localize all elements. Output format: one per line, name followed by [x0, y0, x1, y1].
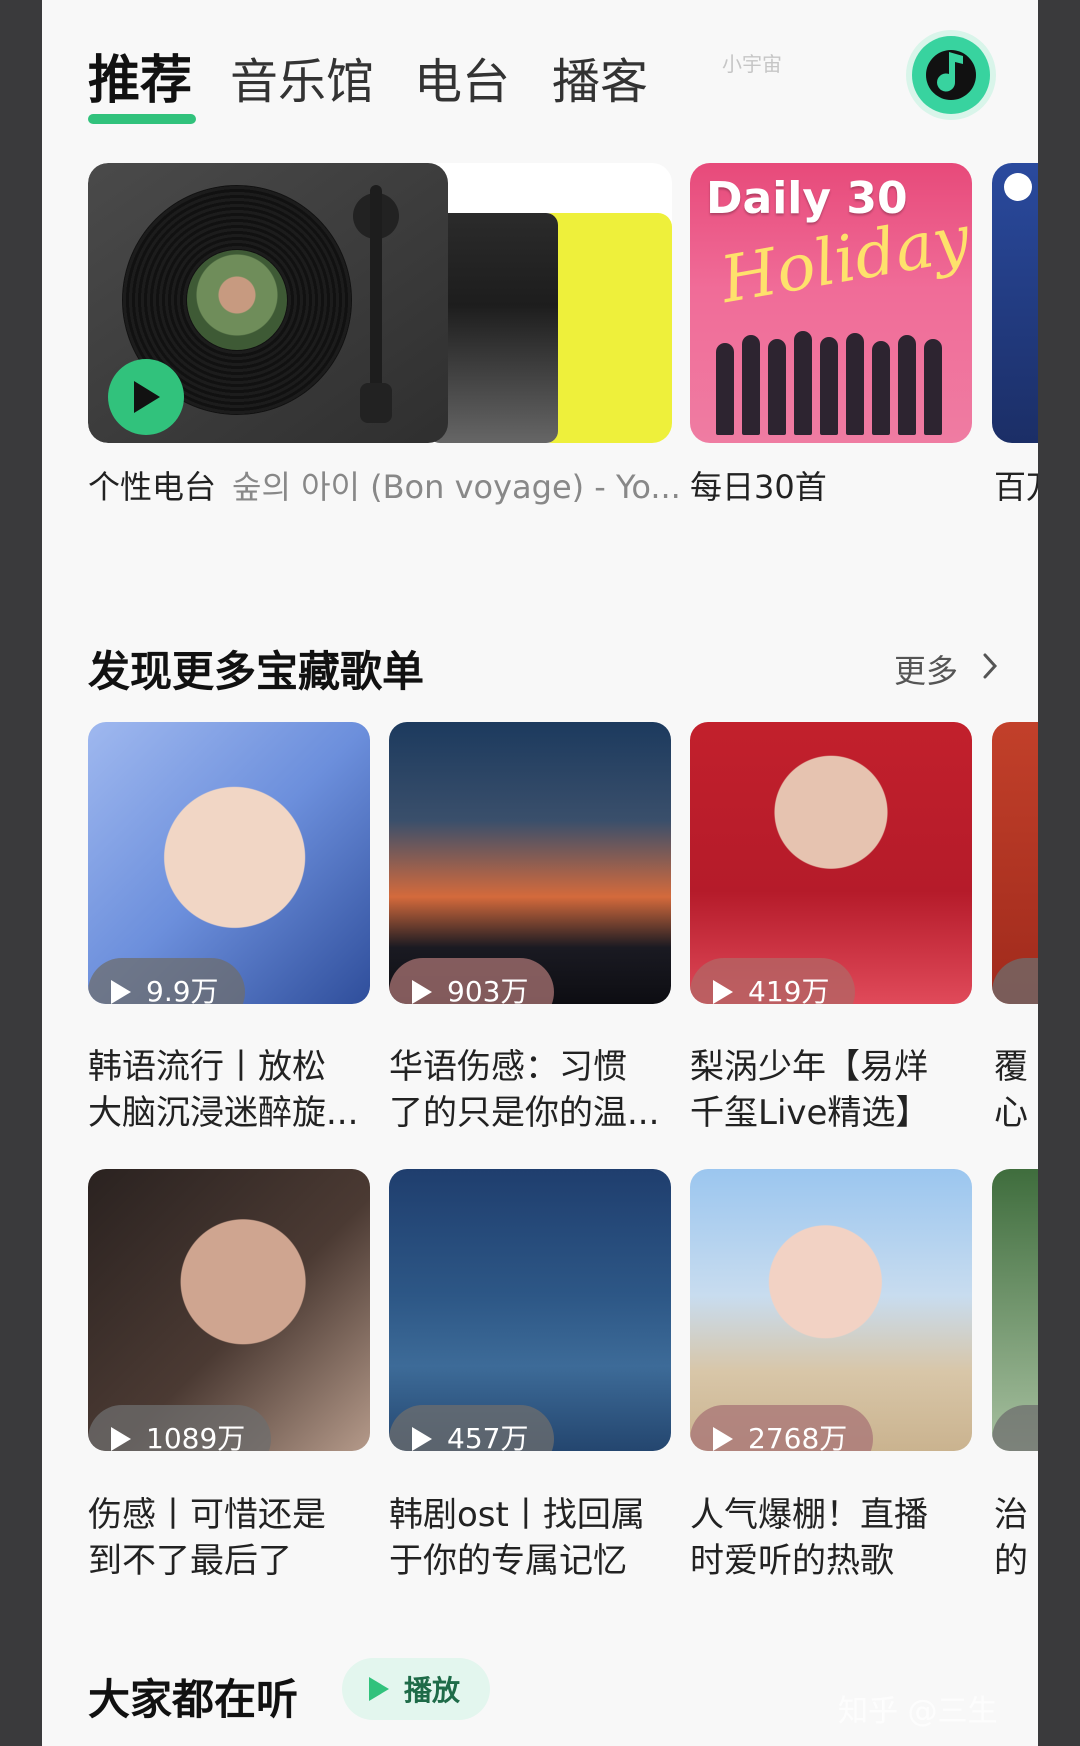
playlist-cover[interactable]: 903万	[389, 722, 671, 1004]
playlist-title[interactable]: 治的	[994, 1492, 1034, 1584]
playlist-cover[interactable]	[992, 722, 1038, 1004]
play-icon	[713, 1427, 733, 1451]
play-count-pill: 419万	[690, 958, 856, 1004]
radio-label: 个性电台	[88, 468, 217, 506]
playlist-title[interactable]: 梨涡少年【易烊 千玺Live精选】	[690, 1044, 980, 1136]
playlist-cover[interactable]: 2768万	[690, 1169, 972, 1451]
play-icon	[412, 1427, 432, 1451]
more-link[interactable]: 更多	[894, 646, 958, 692]
playlist-title[interactable]: 韩语流行丨放松 大脑沉浸迷醉旋...	[88, 1044, 378, 1136]
play-icon	[111, 980, 131, 1004]
daily-cover-title: Daily 30	[706, 173, 908, 224]
now-playing-text: 숲의 아이 (Bon voyage) - Yo...	[232, 468, 681, 506]
personal-radio-card[interactable]	[88, 163, 672, 443]
section-title: 大家都在听	[88, 1675, 299, 1724]
play-count-pill	[992, 1405, 1038, 1451]
play-count-pill	[992, 958, 1038, 1004]
album-cover	[538, 213, 672, 443]
peek-card[interactable]	[992, 163, 1038, 443]
cover-artwork	[708, 325, 954, 435]
play-all-button[interactable]: 播放	[342, 1658, 490, 1720]
daily-caption: 每日30首	[690, 468, 827, 506]
tab-podcast[interactable]: 播客	[552, 42, 648, 112]
playlist-title[interactable]: 华语伤感：习惯 了的只是你的温...	[389, 1044, 679, 1136]
music-player-button[interactable]	[912, 36, 990, 114]
playlist-title[interactable]: 人气爆棚！直播 时爱听的热歌	[690, 1492, 980, 1584]
play-count-pill: 1089万	[88, 1405, 272, 1451]
play-icon	[369, 1677, 389, 1701]
play-icon	[412, 980, 432, 1004]
play-icon	[713, 980, 733, 1004]
peek-caption: 百万	[994, 468, 1038, 506]
chevron-right-icon[interactable]	[982, 652, 998, 680]
podcast-badge: 小宇宙	[722, 52, 782, 76]
watermark: 知乎 @三生	[838, 1694, 998, 1729]
playlist-cover[interactable]: 9.9万	[88, 722, 370, 1004]
play-count-pill: 903万	[389, 958, 555, 1004]
tab-music-hall[interactable]: 音乐馆	[230, 42, 374, 112]
active-tab-indicator	[88, 114, 196, 124]
playlist-cover[interactable]: 419万	[690, 722, 972, 1004]
playlist-title[interactable]: 韩剧ost丨找回属 于你的专属记忆	[389, 1492, 679, 1584]
play-count-pill: 2768万	[690, 1405, 874, 1451]
play-icon	[111, 1427, 131, 1451]
tab-radio[interactable]: 电台	[414, 42, 510, 112]
play-icon	[134, 381, 160, 413]
play-count-pill: 9.9万	[88, 958, 245, 1004]
play-count-pill: 457万	[389, 1405, 555, 1451]
playlist-title[interactable]: 伤感丨可惜还是 到不了最后了	[88, 1492, 378, 1584]
play-all-label: 播放	[404, 1674, 461, 1707]
radio-play-button[interactable]	[108, 359, 184, 435]
app-screen: 推荐 音乐馆 电台 播客 小宇宙 Holiday Daily 30 个性电台 숲…	[42, 0, 1038, 1746]
playlist-cover[interactable]: 457万	[389, 1169, 671, 1451]
tab-recommend[interactable]: 推荐	[88, 38, 192, 113]
section-title: 发现更多宝藏歌单	[88, 647, 425, 696]
playlist-cover[interactable]: 1089万	[88, 1169, 370, 1451]
playlist-title[interactable]: 覆心	[994, 1044, 1034, 1136]
daily-30-card[interactable]: Holiday Daily 30	[690, 163, 972, 443]
radio-caption: 个性电台 숲의 아이 (Bon voyage) - Yo...	[88, 462, 681, 508]
playlist-cover[interactable]	[992, 1169, 1038, 1451]
music-note-icon	[937, 52, 963, 92]
